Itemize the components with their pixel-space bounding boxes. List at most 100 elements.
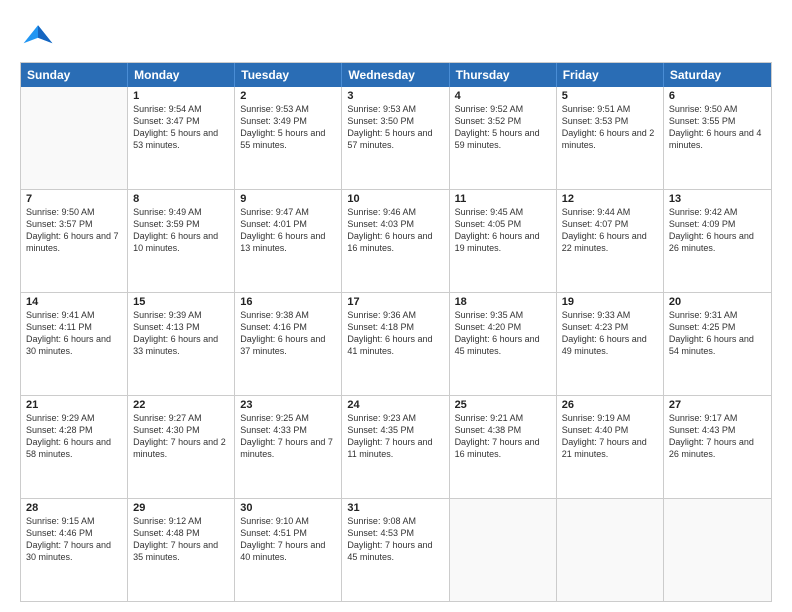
- day-number: 30: [240, 502, 336, 514]
- day-number: 15: [133, 296, 229, 308]
- day-number: 10: [347, 193, 443, 205]
- day-header-wednesday: Wednesday: [342, 63, 449, 87]
- day-cell-24: 24Sunrise: 9:23 AMSunset: 4:35 PMDayligh…: [342, 396, 449, 498]
- sunset-label: Sunset: 4:53 PM: [347, 528, 414, 538]
- sunset-label: Sunset: 4:09 PM: [669, 219, 736, 229]
- day-cell-3: 3Sunrise: 9:53 AMSunset: 3:50 PMDaylight…: [342, 87, 449, 189]
- cell-info: Sunrise: 9:19 AMSunset: 4:40 PMDaylight:…: [562, 412, 658, 461]
- sunset-label: Sunset: 4:46 PM: [26, 528, 93, 538]
- cell-info: Sunrise: 9:25 AMSunset: 4:33 PMDaylight:…: [240, 412, 336, 461]
- calendar-row-5: 28Sunrise: 9:15 AMSunset: 4:46 PMDayligh…: [21, 498, 771, 601]
- day-cell-2: 2 Sunrise: 9:53 AM Sunset: 3:49 PM Daylight…: [235, 87, 342, 189]
- day-cell-6: 6Sunrise: 9:50 AMSunset: 3:55 PMDaylight…: [664, 87, 771, 189]
- page: SundayMondayTuesdayWednesdayThursdayFrid…: [0, 0, 792, 612]
- day-cell-29: 29Sunrise: 9:12 AMSunset: 4:48 PMDayligh…: [128, 499, 235, 601]
- daylight-label: Daylight: 6 hours and 4 minutes.: [669, 128, 762, 150]
- daylight-label: Daylight: 7 hours and 7 minutes.: [240, 437, 333, 459]
- cell-info: Sunrise: 9:21 AMSunset: 4:38 PMDaylight:…: [455, 412, 551, 461]
- day-cell-23: 23Sunrise: 9:25 AMSunset: 4:33 PMDayligh…: [235, 396, 342, 498]
- day-number: 11: [455, 193, 551, 205]
- sunset-label: Sunset: 3:49 PM: [240, 116, 307, 126]
- sunrise-label: Sunrise: 9:27 AM: [133, 413, 202, 423]
- sunrise-label: Sunrise: 9:49 AM: [133, 207, 202, 217]
- day-cell-26: 26Sunrise: 9:19 AMSunset: 4:40 PMDayligh…: [557, 396, 664, 498]
- day-number: 12: [562, 193, 658, 205]
- sunrise-label: Sunrise: 9:47 AM: [240, 207, 309, 217]
- daylight-label: Daylight: 6 hours and 13 minutes.: [240, 231, 325, 253]
- daylight-label: Daylight: 7 hours and 35 minutes.: [133, 540, 218, 562]
- day-cell-15: 15 Sunrise: 9:39 AM Sunset: 4:13 PM Dayligh…: [128, 293, 235, 395]
- day-cell-4: 4Sunrise: 9:52 AMSunset: 3:52 PMDaylight…: [450, 87, 557, 189]
- day-cell-1: 1Sunrise: 9:54 AMSunset: 3:47 PMDaylight…: [128, 87, 235, 189]
- cell-info: Sunrise: 9:10 AMSunset: 4:51 PMDaylight:…: [240, 515, 336, 564]
- daylight-label: Daylight: 7 hours and 26 minutes.: [669, 437, 754, 459]
- logo: [20, 18, 60, 54]
- day-cell-27: 27 Sunrise: 9:17 AM Sunset: 4:43 PM Dayligh…: [664, 396, 771, 498]
- sunrise-label: Sunrise: 9:08 AM: [347, 516, 416, 526]
- cell-info: Sunrise: 9:44 AMSunset: 4:07 PMDaylight:…: [562, 206, 658, 255]
- day-cell-22: 22Sunrise: 9:27 AMSunset: 4:30 PMDayligh…: [128, 396, 235, 498]
- empty-cell: [21, 87, 128, 189]
- daylight-label: Daylight: 5 hours and 59 minutes.: [455, 128, 540, 150]
- sunrise-label: Sunrise: 9:25 AM: [240, 413, 309, 423]
- day-cell-7: 7Sunrise: 9:50 AMSunset: 3:57 PMDaylight…: [21, 190, 128, 292]
- cell-info: Sunrise: 9:46 AMSunset: 4:03 PMDaylight:…: [347, 206, 443, 255]
- day-number: 9: [240, 193, 336, 205]
- sunrise-label: Sunrise: 9:10 AM: [240, 516, 309, 526]
- cell-info: Sunrise: 9:31 AMSunset: 4:25 PMDaylight:…: [669, 309, 766, 358]
- calendar-row-2: 7Sunrise: 9:50 AMSunset: 3:57 PMDaylight…: [21, 189, 771, 292]
- day-header-tuesday: Tuesday: [235, 63, 342, 87]
- day-cell-8: 8Sunrise: 9:49 AMSunset: 3:59 PMDaylight…: [128, 190, 235, 292]
- day-cell-14: 14Sunrise: 9:41 AMSunset: 4:11 PMDayligh…: [21, 293, 128, 395]
- cell-info: Sunrise: 9:38 AMSunset: 4:16 PMDaylight:…: [240, 309, 336, 358]
- cell-info: Sunrise: 9:51 AMSunset: 3:53 PMDaylight:…: [562, 103, 658, 152]
- daylight-label: Daylight: 5 hours and 57 minutes.: [347, 128, 432, 150]
- logo-icon: [20, 18, 56, 54]
- sunset-label: Sunset: 4:13 PM: [133, 322, 200, 332]
- cell-info: Sunrise: 9:39 AM Sunset: 4:13 PM Daylight:…: [133, 309, 229, 358]
- day-number: 1: [133, 90, 229, 102]
- day-cell-11: 11Sunrise: 9:45 AMSunset: 4:05 PMDayligh…: [450, 190, 557, 292]
- sunrise-label: Sunrise: 9:50 AM: [26, 207, 95, 217]
- sunset-label: Sunset: 4:11 PM: [26, 322, 92, 332]
- day-cell-12: 12Sunrise: 9:44 AMSunset: 4:07 PMDayligh…: [557, 190, 664, 292]
- sunrise-label: Sunrise: 9:29 AM: [26, 413, 95, 423]
- sunset-label: Sunset: 4:51 PM: [240, 528, 307, 538]
- daylight-label: Daylight: 5 hours and 55 minutes.: [240, 128, 325, 150]
- cell-info: Sunrise: 9:23 AMSunset: 4:35 PMDaylight:…: [347, 412, 443, 461]
- sunrise-label: Sunrise: 9:51 AM: [562, 104, 631, 114]
- day-cell-19: 19Sunrise: 9:33 AMSunset: 4:23 PMDayligh…: [557, 293, 664, 395]
- day-cell-28: 28Sunrise: 9:15 AMSunset: 4:46 PMDayligh…: [21, 499, 128, 601]
- day-header-friday: Friday: [557, 63, 664, 87]
- sunrise-label: Sunrise: 9:53 AM: [347, 104, 416, 114]
- daylight-label: Daylight: 6 hours and 33 minutes.: [133, 334, 218, 356]
- daylight-label: Daylight: 7 hours and 45 minutes.: [347, 540, 432, 562]
- cell-info: Sunrise: 9:45 AMSunset: 4:05 PMDaylight:…: [455, 206, 551, 255]
- sunrise-label: Sunrise: 9:39 AM: [133, 310, 202, 320]
- sunset-label: Sunset: 4:28 PM: [26, 425, 93, 435]
- sunrise-label: Sunrise: 9:19 AM: [562, 413, 631, 423]
- day-number: 2: [240, 90, 336, 102]
- day-number: 27: [669, 399, 766, 411]
- sunrise-label: Sunrise: 9:17 AM: [669, 413, 738, 423]
- sunset-label: Sunset: 3:52 PM: [455, 116, 522, 126]
- cell-info: Sunrise: 9:53 AMSunset: 3:50 PMDaylight:…: [347, 103, 443, 152]
- daylight-label: Daylight: 6 hours and 7 minutes.: [26, 231, 119, 253]
- sunrise-label: Sunrise: 9:53 AM: [240, 104, 309, 114]
- sunrise-label: Sunrise: 9:46 AM: [347, 207, 416, 217]
- sunset-label: Sunset: 4:43 PM: [669, 425, 736, 435]
- sunrise-label: Sunrise: 9:54 AM: [133, 104, 202, 114]
- sunset-label: Sunset: 4:38 PM: [455, 425, 522, 435]
- daylight-label: Daylight: 7 hours and 21 minutes.: [562, 437, 647, 459]
- day-cell-10: 10Sunrise: 9:46 AMSunset: 4:03 PMDayligh…: [342, 190, 449, 292]
- day-cell-31: 31Sunrise: 9:08 AMSunset: 4:53 PMDayligh…: [342, 499, 449, 601]
- sunset-label: Sunset: 4:03 PM: [347, 219, 414, 229]
- day-number: 25: [455, 399, 551, 411]
- sunset-label: Sunset: 4:18 PM: [347, 322, 414, 332]
- cell-info: Sunrise: 9:35 AMSunset: 4:20 PMDaylight:…: [455, 309, 551, 358]
- cell-info: Sunrise: 9:47 AMSunset: 4:01 PMDaylight:…: [240, 206, 336, 255]
- daylight-label: Daylight: 6 hours and 45 minutes.: [455, 334, 540, 356]
- sunrise-label: Sunrise: 9:44 AM: [562, 207, 631, 217]
- day-number: 4: [455, 90, 551, 102]
- day-number: 3: [347, 90, 443, 102]
